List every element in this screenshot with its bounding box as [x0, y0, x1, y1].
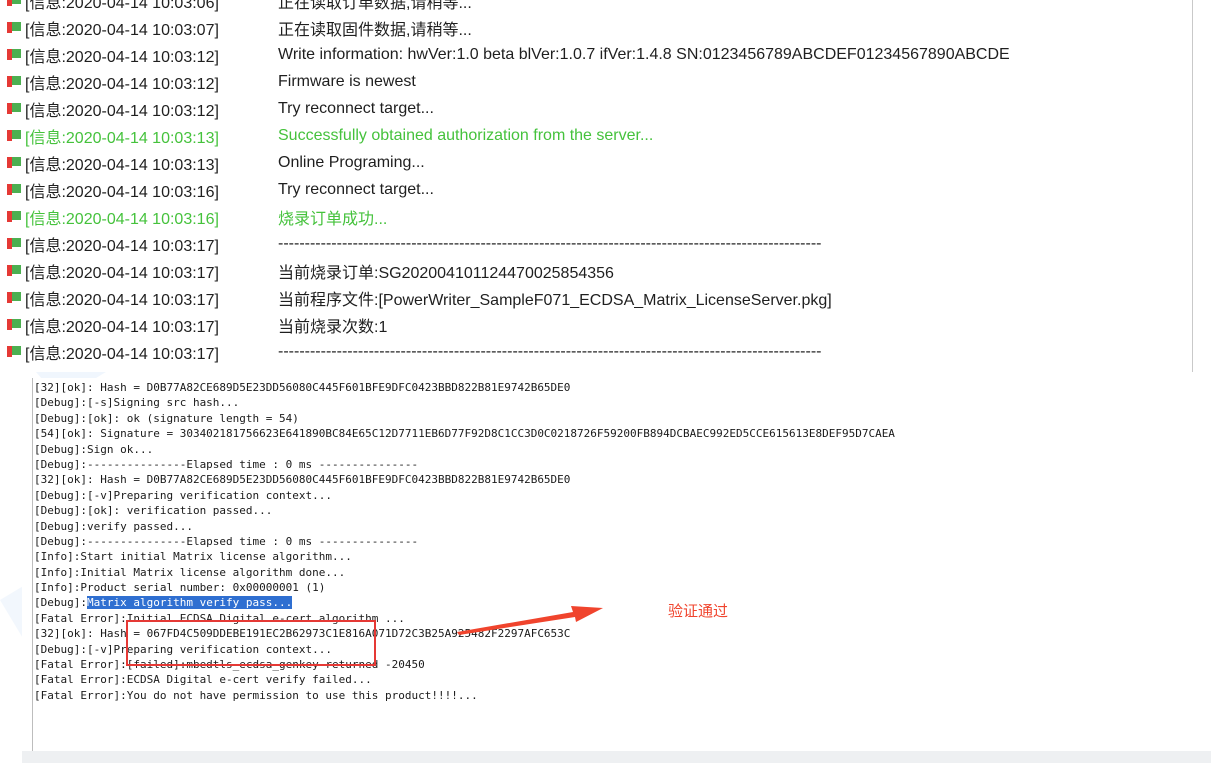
log-timestamp: [信息:2020-04-14 10:03:17]	[25, 237, 219, 255]
info-log-panel: [信息:2020-04-14 10:03:06] 正在读取订单数据,请稍等...[…	[0, 0, 1211, 372]
console-line-text: [Debug]:[-s]Signing src hash...	[34, 396, 240, 410]
console-line: [Debug]:[ok]: ok (signature length = 54)	[34, 411, 895, 426]
info-flag-icon	[7, 21, 21, 33]
console-line-text: [Debug]:---------------Elapsed time : 0 …	[34, 457, 419, 471]
log-message: Try reconnect target...	[278, 180, 434, 198]
log-entry: [信息:2020-04-14 10:03:17] ----------------…	[7, 338, 1181, 365]
log-entry: [信息:2020-04-14 10:03:16] 烧录订单成功...	[7, 203, 1181, 230]
console-footer	[22, 751, 1211, 763]
log-entry: [信息:2020-04-14 10:03:12] Write informatio…	[7, 41, 1181, 68]
log-message: 当前烧录次数:1	[278, 318, 388, 336]
info-flag-icon	[7, 210, 21, 222]
log-timestamp: [信息:2020-04-14 10:03:13]	[25, 129, 219, 147]
log-message: 正在读取订单数据,请稍等...	[278, 0, 472, 12]
console-line-text: [32][ok]: Hash = D0B77A82CE689D5E23DD560…	[34, 473, 571, 487]
console-line-text: [Debug]:verify passed...	[34, 519, 193, 533]
log-timestamp: [信息:2020-04-14 10:03:17]	[25, 291, 219, 309]
log-message: Try reconnect target...	[278, 99, 434, 117]
console-line: [Debug]:Sign ok...	[34, 442, 895, 457]
log-entry: [信息:2020-04-14 10:03:17] 当前烧录订单:SG2020041…	[7, 257, 1181, 284]
selected-text[interactable]: Matrix algorithm verify pass...	[86, 596, 293, 610]
console-line: [32][ok]: Hash = D0B77A82CE689D5E23DD560…	[34, 380, 895, 395]
debug-console: [32][ok]: Hash = D0B77A82CE689D5E23DD560…	[22, 378, 1211, 763]
log-entry: [信息:2020-04-14 10:03:13] Online Programin…	[7, 149, 1181, 176]
log-timestamp: [信息:2020-04-14 10:03:06]	[25, 0, 219, 12]
info-flag-icon	[7, 318, 21, 330]
info-log-list: [信息:2020-04-14 10:03:06] 正在读取订单数据,请稍等...[…	[7, 0, 1181, 365]
log-message: Successfully obtained authorization from…	[278, 126, 654, 144]
console-line-text: [Info]:Initial Matrix license algorithm …	[34, 565, 346, 579]
console-line: [Fatal Error]:You do not have permission…	[34, 688, 895, 703]
info-flag-icon	[7, 183, 21, 195]
info-flag-icon	[7, 0, 21, 6]
console-line-text: [54][ok]: Signature = 303402181756623E64…	[34, 427, 895, 441]
info-flag-icon	[7, 129, 21, 141]
info-flag-icon	[7, 345, 21, 357]
log-entry: [信息:2020-04-14 10:03:12] Firmware is newe…	[7, 68, 1181, 95]
highlight-annotation-box	[126, 620, 376, 666]
info-flag-icon	[7, 264, 21, 276]
console-line: [Debug]:---------------Elapsed time : 0 …	[34, 457, 895, 472]
log-entry: [信息:2020-04-14 10:03:17] ----------------…	[7, 230, 1181, 257]
log-message: Write information: hwVer:1.0 beta blVer:…	[278, 45, 1010, 63]
info-flag-icon	[7, 102, 21, 114]
info-flag-icon	[7, 156, 21, 168]
info-flag-icon	[7, 237, 21, 249]
log-entry: [信息:2020-04-14 10:03:07] 正在读取固件数据,请稍等...	[7, 14, 1181, 41]
console-line-text: [Debug]:[ok]: verification passed...	[34, 504, 273, 518]
log-message: 烧录订单成功...	[278, 210, 388, 228]
log-message: ----------------------------------------…	[278, 234, 822, 252]
console-line-text: [Debug]:Sign ok...	[34, 442, 154, 456]
console-line: [Fatal Error]:ECDSA Digital e-cert verif…	[34, 672, 895, 687]
console-line-text: [Debug]:---------------Elapsed time : 0 …	[34, 534, 419, 548]
log-timestamp: [信息:2020-04-14 10:03:16]	[25, 210, 219, 228]
console-line: [Debug]:---------------Elapsed time : 0 …	[34, 534, 895, 549]
console-line: [Debug]:verify passed...	[34, 519, 895, 534]
log-timestamp: [信息:2020-04-14 10:03:17]	[25, 318, 219, 336]
log-entry: [信息:2020-04-14 10:03:06] 正在读取订单数据,请稍等...	[7, 0, 1181, 14]
console-line: [Debug]:[-v]Preparing verification conte…	[34, 488, 895, 503]
console-line: [32][ok]: Hash = D0B77A82CE689D5E23DD560…	[34, 472, 895, 487]
log-message: Firmware is newest	[278, 72, 416, 90]
log-timestamp: [信息:2020-04-14 10:03:16]	[25, 183, 219, 201]
log-entry: [信息:2020-04-14 10:03:13] Successfully obt…	[7, 122, 1181, 149]
log-timestamp: [信息:2020-04-14 10:03:12]	[25, 48, 219, 66]
verify-pass-annotation: 验证通过	[668, 602, 729, 620]
log-timestamp: [信息:2020-04-14 10:03:17]	[25, 345, 219, 363]
log-timestamp: [信息:2020-04-14 10:03:13]	[25, 156, 219, 174]
info-flag-icon	[7, 291, 21, 303]
console-line: [Info]:Start initial Matrix license algo…	[34, 549, 895, 564]
log-entry: [信息:2020-04-14 10:03:17] 当前程序文件:[PowerWri…	[7, 284, 1181, 311]
console-line: [54][ok]: Signature = 303402181756623E64…	[34, 426, 895, 441]
console-line: [Debug]:[-s]Signing src hash...	[34, 395, 895, 410]
console-border	[32, 378, 33, 763]
console-line-text: [32][ok]: Hash = D0B77A82CE689D5E23DD560…	[34, 381, 571, 394]
log-entry: [信息:2020-04-14 10:03:16] Try reconnect ta…	[7, 176, 1181, 203]
console-line-text: [Debug]:[ok]: ok (signature length = 54)	[34, 411, 299, 425]
console-line-text: [Info]:Start initial Matrix license algo…	[34, 550, 352, 564]
console-line-text: [Debug]:	[34, 596, 87, 610]
console-line-text: [Debug]:[-v]Preparing verification conte…	[34, 488, 333, 502]
info-flag-icon	[7, 75, 21, 87]
log-timestamp: [信息:2020-04-14 10:03:12]	[25, 75, 219, 93]
log-message: Online Programing...	[278, 153, 425, 171]
console-line: [Info]:Initial Matrix license algorithm …	[34, 565, 895, 580]
console-line-text: [Fatal Error]:ECDSA Digital e-cert verif…	[34, 673, 372, 687]
log-message: ----------------------------------------…	[278, 342, 822, 360]
log-message: 当前程序文件:[PowerWriter_SampleF071_ECDSA_Mat…	[278, 291, 832, 309]
log-message: 正在读取固件数据,请稍等...	[278, 21, 472, 39]
log-entry: [信息:2020-04-14 10:03:12] Try reconnect ta…	[7, 95, 1181, 122]
log-timestamp: [信息:2020-04-14 10:03:07]	[25, 21, 219, 39]
annotation-arrow	[457, 606, 603, 635]
log-timestamp: [信息:2020-04-14 10:03:17]	[25, 264, 219, 282]
console-line: [Debug]:[ok]: verification passed...	[34, 503, 895, 518]
log-entry: [信息:2020-04-14 10:03:17] 当前烧录次数:1	[7, 311, 1181, 338]
console-line-text: [Fatal Error]:You do not have permission…	[34, 688, 478, 702]
info-flag-icon	[7, 48, 21, 60]
console-line: [Info]:Product serial number: 0x00000001…	[34, 580, 895, 595]
log-panel-border	[1192, 0, 1193, 372]
log-timestamp: [信息:2020-04-14 10:03:12]	[25, 102, 219, 120]
log-message: 当前烧录订单:SG20200410112447002585435​6	[278, 264, 614, 282]
console-line-text: [Info]:Product serial number: 0x00000001…	[34, 581, 326, 595]
